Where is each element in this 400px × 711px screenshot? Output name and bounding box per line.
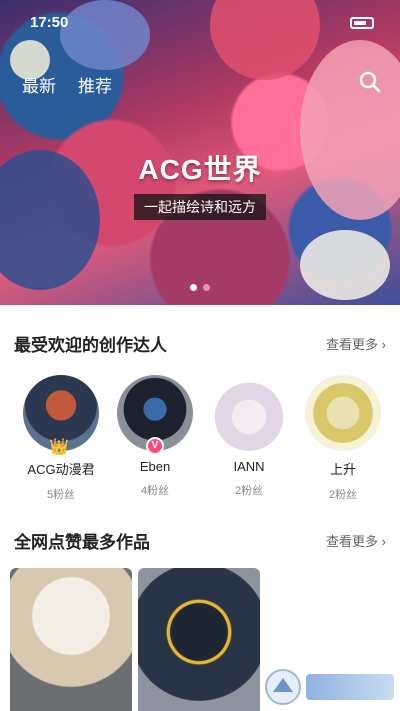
creator-card[interactable]: 上升 2粉丝	[300, 375, 386, 502]
carousel-dot[interactable]	[190, 284, 197, 291]
chevron-right-icon: ›	[381, 336, 386, 352]
avatar[interactable]	[211, 375, 287, 451]
banner-caption: ACG世界 一起描绘诗和远方	[0, 148, 400, 220]
watermark-logo	[264, 663, 394, 711]
creator-name: Eben	[139, 459, 171, 474]
search-icon[interactable]	[358, 70, 382, 94]
work-thumbnail[interactable]	[10, 568, 132, 711]
hero-banner[interactable]: 17:50 最新 推荐 ACG世界 一起描绘诗和远方	[0, 0, 400, 305]
creators-section-header: 最受欢迎的创作达人 查看更多 ›	[0, 323, 400, 363]
tab-latest[interactable]: 最新	[22, 72, 56, 97]
tab-recommend[interactable]: 推荐	[78, 72, 112, 97]
section-title: 全网点赞最多作品	[14, 532, 150, 552]
verified-badge: V	[146, 437, 164, 455]
chevron-right-icon: ›	[381, 533, 386, 549]
work-thumbnail[interactable]	[138, 568, 260, 711]
section-title: 最受欢迎的创作达人	[14, 335, 167, 355]
creator-fans: 2粉丝	[328, 489, 358, 501]
creator-card[interactable]: 👑 ACG动漫君 5粉丝	[18, 375, 104, 502]
crown-icon: 👑	[49, 439, 69, 456]
status-bar: 17:50	[0, 14, 400, 34]
status-time: 17:50	[30, 14, 69, 31]
creator-name: IANN	[233, 459, 265, 474]
creator-card[interactable]: V Eben 4粉丝	[112, 375, 198, 502]
banner-title: ACG世界	[138, 154, 262, 185]
creator-list: 👑 ACG动漫君 5粉丝 V Eben 4粉丝 IANN 2粉丝 上升 2粉丝	[0, 375, 400, 502]
works-section-header: 全网点赞最多作品 查看更多 ›	[0, 520, 400, 560]
view-more-link[interactable]: 查看更多 ›	[326, 334, 386, 353]
creator-fans: 5粉丝	[46, 489, 76, 501]
creator-name: 上升	[329, 462, 356, 477]
top-tabs: 最新 推荐	[22, 72, 112, 97]
banner-subtitle: 一起描绘诗和远方	[134, 194, 266, 220]
creator-name: ACG动漫君	[27, 462, 95, 477]
battery-icon	[350, 17, 374, 29]
creator-fans: 2粉丝	[234, 485, 264, 497]
creator-fans: 4粉丝	[140, 485, 170, 497]
carousel-dot[interactable]	[203, 284, 210, 291]
view-more-link[interactable]: 查看更多 ›	[326, 531, 386, 550]
creator-card[interactable]: IANN 2粉丝	[206, 375, 292, 502]
avatar[interactable]	[305, 375, 381, 451]
carousel-indicator	[0, 284, 400, 291]
